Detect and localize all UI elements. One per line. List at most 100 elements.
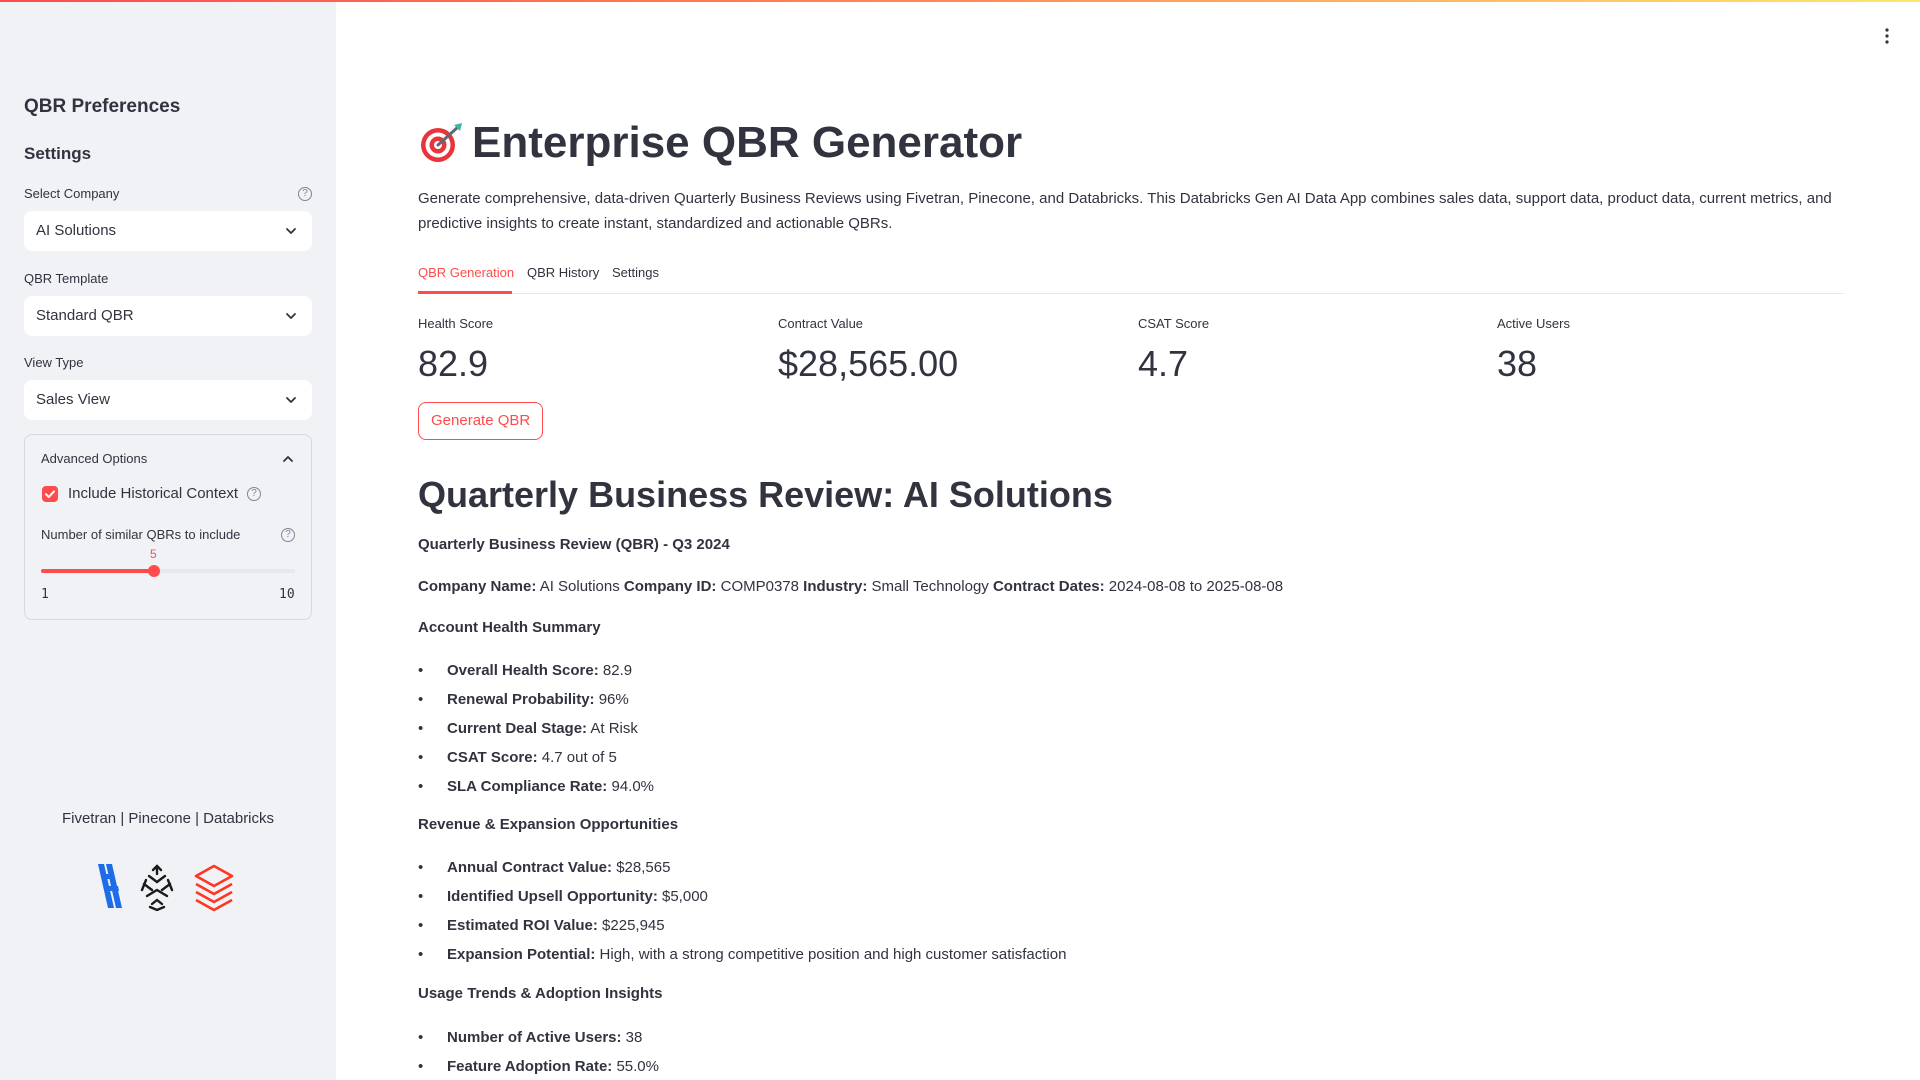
section-title: Revenue & Expansion Opportunities	[418, 816, 679, 833]
item-key: CSAT Score:	[447, 749, 538, 766]
slider-value: 5	[150, 547, 157, 561]
list-item: Expansion Potential: High, with a strong…	[418, 944, 1066, 973]
item-key: Renewal Probability:	[447, 691, 595, 708]
report-heading: Quarterly Business Review: AI Solutions	[418, 474, 1113, 515]
template-select-value: Standard QBR	[36, 307, 134, 324]
tab-bar: QBR Generation QBR History Settings	[418, 264, 1844, 294]
similar-qbrs-label: Number of similar QBRs to include	[41, 527, 241, 542]
chevron-down-icon	[286, 313, 296, 319]
list-item: Current Deal Stage: At Risk	[418, 718, 654, 747]
info-key: Industry:	[803, 578, 868, 595]
item-value: High, with a strong competitive position…	[595, 946, 1067, 963]
info-key: Contract Dates:	[992, 578, 1105, 595]
info-value: Small Technology	[867, 578, 993, 595]
company-select-value: AI Solutions	[36, 222, 117, 239]
list-item: Renewal Probability: 96%	[418, 689, 654, 718]
advanced-options-expander: Advanced Options Include Historical Cont…	[24, 434, 312, 620]
metric-label: Active Users	[1497, 316, 1570, 331]
generate-qbr-button[interactable]: Generate QBR	[418, 402, 544, 440]
template-select[interactable]: Standard QBR	[24, 296, 312, 336]
list-item: Identified Upsell Opportunity: $5,000	[418, 886, 1066, 915]
list-item: Annual Contract Value: $28,565	[418, 857, 1066, 886]
advanced-options-header[interactable]: Advanced Options	[41, 451, 147, 466]
more-options-icon[interactable]	[1884, 28, 1890, 44]
metric-label: CSAT Score	[1138, 316, 1210, 331]
chevron-down-icon	[286, 397, 296, 403]
account-health-list: Overall Health Score: 82.9 Renewal Proba…	[418, 660, 654, 805]
metric-csat-score: CSAT Score 4.7	[1138, 316, 1209, 385]
tab-qbr-generation[interactable]: QBR Generation	[418, 265, 514, 280]
metric-label: Contract Value	[778, 316, 864, 331]
company-select[interactable]: AI Solutions	[24, 211, 312, 251]
list-item: Number of Active Users: 38	[418, 1027, 659, 1056]
item-key: Overall Health Score:	[447, 662, 599, 679]
tab-settings[interactable]: Settings	[612, 265, 659, 280]
item-key: Identified Upsell Opportunity:	[447, 888, 658, 905]
metric-contract-value: Contract Value $28,565.00	[778, 316, 958, 385]
company-info-line: Company Name: AI Solutions Company ID: C…	[418, 578, 1283, 595]
view-type-select-value: Sales View	[36, 391, 110, 408]
page-description: Generate comprehensive, data-driven Quar…	[418, 190, 1832, 232]
list-item: CSAT Score: 4.7 out of 5	[418, 747, 654, 776]
item-key: Number of Active Users:	[447, 1029, 622, 1046]
section-title: Account Health Summary	[418, 619, 601, 636]
sidebar: QBR Preferences Settings Select Company …	[0, 0, 336, 1080]
item-key: Current Deal Stage:	[447, 720, 588, 737]
item-value: 38	[621, 1029, 643, 1046]
info-key: Company Name:	[418, 578, 537, 595]
databricks-logo	[194, 864, 234, 912]
target-icon	[421, 123, 462, 162]
active-tab-indicator	[418, 291, 512, 294]
sidebar-heading: QBR Preferences	[24, 96, 181, 117]
section-title: Usage Trends & Adoption Insights	[418, 985, 663, 1002]
item-value: $5,000	[657, 888, 708, 905]
item-value: $28,565	[612, 859, 671, 876]
info-value: AI Solutions	[536, 578, 624, 595]
select-company-label: Select Company	[24, 186, 120, 201]
metric-active-users: Active Users 38	[1497, 316, 1570, 385]
metric-value: 82.9	[418, 343, 489, 384]
usage-list: Number of Active Users: 38 Feature Adopt…	[418, 1027, 659, 1080]
item-value: $225,945	[597, 917, 665, 934]
page-title: Enterprise QBR Generator	[418, 118, 1022, 168]
info-key: Company ID:	[623, 578, 717, 595]
slider-thumb[interactable]	[148, 565, 160, 577]
chevron-up-icon[interactable]	[281, 452, 295, 466]
help-icon[interactable]: ?	[298, 187, 312, 201]
similar-qbrs-slider[interactable]	[41, 565, 295, 577]
help-icon[interactable]: ?	[281, 528, 295, 542]
info-value: 2024-08-08 to 2025-08-08	[1104, 578, 1284, 595]
item-value: At Risk	[587, 720, 638, 737]
historical-context-checkbox[interactable]	[42, 486, 58, 502]
item-key: SLA Compliance Rate:	[447, 778, 608, 795]
item-value: 94.0%	[607, 778, 655, 795]
report-subtitle: Quarterly Business Review (QBR) - Q3 202…	[418, 536, 730, 553]
partner-logos	[92, 860, 252, 912]
tab-qbr-history[interactable]: QBR History	[527, 265, 599, 280]
item-value: 4.7 out of 5	[537, 749, 617, 766]
fivetran-logo	[98, 864, 122, 908]
item-key: Estimated ROI Value:	[447, 917, 598, 934]
slider-min: 1	[41, 587, 49, 602]
view-type-select[interactable]: Sales View	[24, 380, 312, 420]
info-value: COMP0378	[716, 578, 804, 595]
help-icon[interactable]: ?	[247, 487, 261, 501]
top-accent-bar	[0, 0, 1920, 2]
historical-context-label[interactable]: Include Historical Context	[68, 485, 238, 502]
sidebar-footer-text: Fivetran | Pinecone | Databricks	[61, 810, 275, 827]
item-key: Feature Adoption Rate:	[447, 1058, 613, 1075]
slider-max: 10	[279, 587, 295, 602]
settings-heading: Settings	[24, 144, 92, 163]
item-value: 82.9	[598, 662, 633, 679]
item-key: Annual Contract Value:	[447, 859, 613, 876]
metric-value: $28,565.00	[778, 343, 959, 384]
pinecone-logo	[140, 864, 174, 912]
list-item: SLA Compliance Rate: 94.0%	[418, 776, 654, 805]
page-title-text: Enterprise QBR Generator	[472, 118, 1023, 167]
chevron-down-icon	[286, 228, 296, 234]
metric-value: 38	[1497, 343, 1538, 384]
metric-label: Health Score	[418, 316, 494, 331]
metric-value: 4.7	[1138, 343, 1189, 384]
view-type-label: View Type	[24, 355, 84, 370]
item-key: Expansion Potential:	[447, 946, 596, 963]
